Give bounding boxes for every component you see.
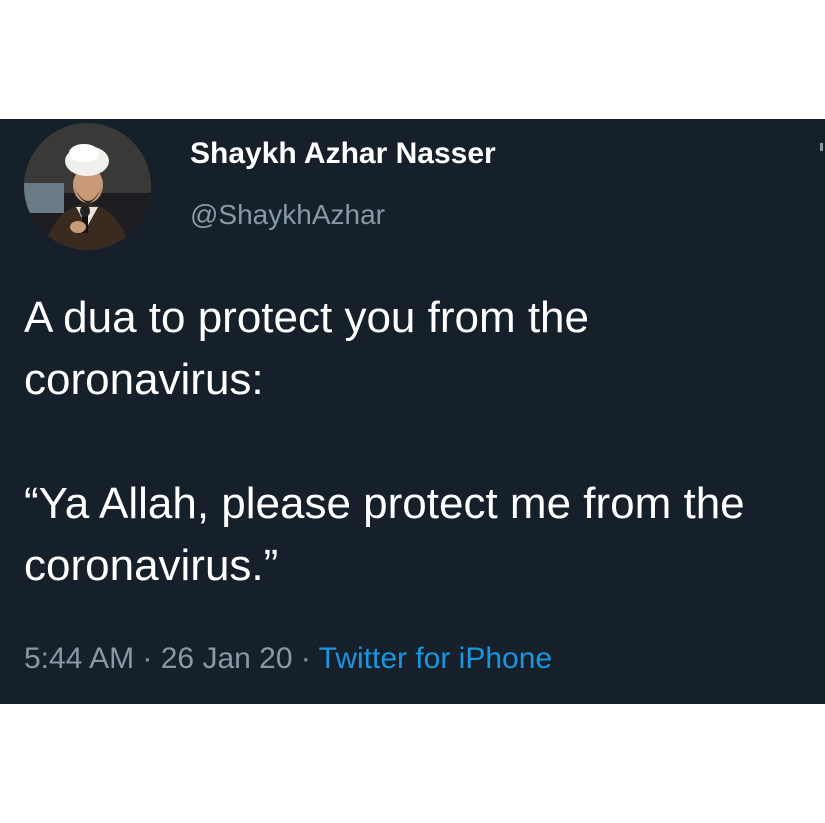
meta-separator: · xyxy=(292,642,319,675)
profile-photo-icon xyxy=(24,123,151,250)
tweet-date[interactable]: 26 Jan 20 xyxy=(161,642,293,675)
user-handle[interactable]: @ShaykhAzhar xyxy=(190,199,385,231)
display-name[interactable]: Shaykh Azhar Nasser xyxy=(190,137,496,171)
tweet-text-intro: A dua to protect you from the coronaviru… xyxy=(24,293,602,404)
tweet-time[interactable]: 5:44 AM xyxy=(24,642,134,675)
tweet-card: Shaykh Azhar Nasser @ShaykhAzhar A dua t… xyxy=(0,119,825,704)
tweet-text: A dua to protect you from the coronaviru… xyxy=(24,287,824,597)
tweet-text-quote: “Ya Allah, please protect me from the co… xyxy=(24,479,757,590)
tweet-metadata: 5:44 AM · 26 Jan 20 · Twitter for iPhone xyxy=(24,642,552,676)
caret-icon[interactable] xyxy=(820,143,823,151)
meta-separator: · xyxy=(134,642,161,675)
tweet-source-link[interactable]: Twitter for iPhone xyxy=(319,642,552,675)
avatar[interactable] xyxy=(24,123,151,250)
